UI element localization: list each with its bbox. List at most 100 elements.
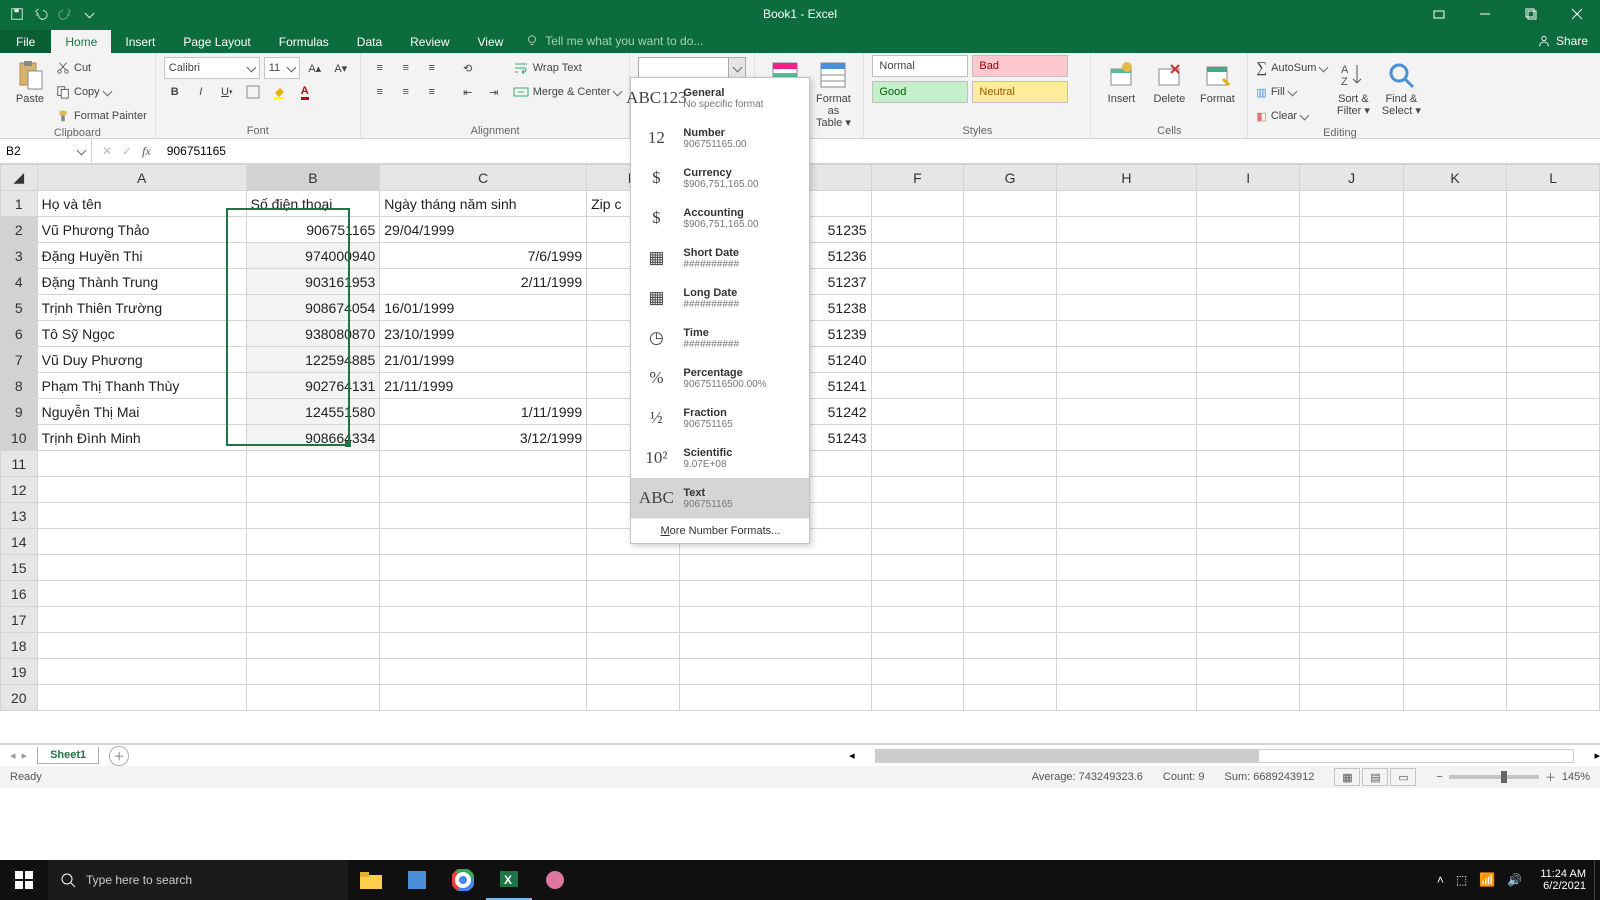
cell[interactable]: 3/12/1999 xyxy=(380,425,587,451)
cell[interactable] xyxy=(1300,243,1403,269)
cell[interactable] xyxy=(679,607,871,633)
cell[interactable] xyxy=(1300,399,1403,425)
sheet-nav-last-icon[interactable]: ▸ xyxy=(22,749,28,762)
cell[interactable] xyxy=(1507,321,1600,347)
cell[interactable] xyxy=(1300,191,1403,217)
taskbar-search[interactable]: Type here to search xyxy=(48,860,348,900)
cell[interactable] xyxy=(1056,451,1196,477)
cell[interactable] xyxy=(380,633,587,659)
numfmt-number[interactable]: 12Number906751165.00 xyxy=(631,118,809,158)
cell[interactable] xyxy=(37,581,246,607)
cell[interactable] xyxy=(1196,659,1299,685)
cell[interactable] xyxy=(1300,269,1403,295)
cell-styles-gallery[interactable]: Normal Bad Good Neutral xyxy=(872,55,1082,103)
cell[interactable] xyxy=(1056,347,1196,373)
cell[interactable] xyxy=(1300,581,1403,607)
cell[interactable] xyxy=(1056,529,1196,555)
cell[interactable] xyxy=(380,451,587,477)
tab-data[interactable]: Data xyxy=(343,30,396,53)
row-header-15[interactable]: 15 xyxy=(1,555,38,581)
cell[interactable] xyxy=(1300,555,1403,581)
style-normal[interactable]: Normal xyxy=(872,55,968,77)
align-middle-icon[interactable]: ≡ xyxy=(395,57,417,79)
cell[interactable]: 23/10/1999 xyxy=(380,321,587,347)
maximize-icon[interactable] xyxy=(1508,0,1554,28)
find-select-button[interactable]: Find & Select ▾ xyxy=(1379,55,1423,117)
cell[interactable] xyxy=(380,555,587,581)
col-header-L[interactable]: L xyxy=(1507,165,1600,191)
cell[interactable]: 16/01/1999 xyxy=(380,295,587,321)
cell[interactable] xyxy=(871,581,964,607)
fx-icon[interactable]: fx xyxy=(142,144,151,159)
cell[interactable] xyxy=(1507,399,1600,425)
cell[interactable]: Nguyễn Thị Mai xyxy=(37,399,246,425)
cell[interactable] xyxy=(246,451,380,477)
row-header-12[interactable]: 12 xyxy=(1,477,38,503)
paste-button[interactable]: Paste xyxy=(8,55,52,105)
cell[interactable] xyxy=(964,685,1057,711)
cell[interactable] xyxy=(1403,503,1506,529)
cell[interactable] xyxy=(1300,477,1403,503)
share-button[interactable]: Share xyxy=(1525,29,1600,53)
underline-button[interactable]: U▾ xyxy=(216,81,238,103)
cell[interactable] xyxy=(871,191,964,217)
cell[interactable] xyxy=(1056,581,1196,607)
cell[interactable] xyxy=(1300,607,1403,633)
cell[interactable] xyxy=(871,295,964,321)
row-header-14[interactable]: 14 xyxy=(1,529,38,555)
cell[interactable] xyxy=(37,555,246,581)
cell[interactable] xyxy=(1300,685,1403,711)
cell[interactable] xyxy=(1196,217,1299,243)
cell[interactable] xyxy=(1196,451,1299,477)
cell[interactable]: 29/04/1999 xyxy=(380,217,587,243)
cell[interactable] xyxy=(380,659,587,685)
cell[interactable]: Trịnh Đình Minh xyxy=(37,425,246,451)
cell[interactable] xyxy=(1196,269,1299,295)
row-header-13[interactable]: 13 xyxy=(1,503,38,529)
row-header-1[interactable]: 1 xyxy=(1,191,38,217)
customize-qat-icon[interactable] xyxy=(78,3,100,25)
cell[interactable] xyxy=(380,477,587,503)
cell[interactable] xyxy=(1196,191,1299,217)
name-box[interactable]: B2 xyxy=(0,139,92,163)
cell[interactable] xyxy=(37,503,246,529)
cell[interactable] xyxy=(871,477,964,503)
cell[interactable] xyxy=(964,477,1057,503)
numfmt-short-date[interactable]: ▦Short Date########## xyxy=(631,238,809,278)
row-header-8[interactable]: 8 xyxy=(1,373,38,399)
col-header-J[interactable]: J xyxy=(1300,165,1403,191)
col-header-K[interactable]: K xyxy=(1403,165,1506,191)
col-header-F[interactable]: F xyxy=(871,165,964,191)
cell[interactable] xyxy=(587,685,680,711)
fill-button[interactable]: ▥Fill xyxy=(1256,81,1327,103)
cell[interactable] xyxy=(1196,243,1299,269)
cell[interactable] xyxy=(1300,633,1403,659)
align-left-icon[interactable]: ≡ xyxy=(369,81,391,103)
delete-cells-button[interactable]: Delete xyxy=(1147,55,1191,105)
borders-button[interactable] xyxy=(242,81,264,103)
cell[interactable] xyxy=(1196,347,1299,373)
cell[interactable] xyxy=(964,659,1057,685)
row-header-9[interactable]: 9 xyxy=(1,399,38,425)
hscroll-right-icon[interactable]: ▸ xyxy=(1594,749,1600,762)
cell[interactable] xyxy=(587,633,680,659)
cancel-formula-icon[interactable]: ✕ xyxy=(102,144,112,158)
view-normal-icon[interactable]: ▦ xyxy=(1334,768,1360,786)
fill-color-button[interactable] xyxy=(268,81,290,103)
col-header-C[interactable]: C xyxy=(380,165,587,191)
cell[interactable] xyxy=(1300,529,1403,555)
format-cells-button[interactable]: Format xyxy=(1195,55,1239,105)
cell[interactable] xyxy=(1056,633,1196,659)
clear-button[interactable]: ◧Clear xyxy=(1256,105,1327,127)
taskbar-app-generic[interactable] xyxy=(394,860,440,900)
cell[interactable] xyxy=(380,503,587,529)
cell[interactable] xyxy=(1507,529,1600,555)
cell[interactable]: Vũ Duy Phương xyxy=(37,347,246,373)
cell[interactable] xyxy=(380,685,587,711)
col-header-H[interactable]: H xyxy=(1056,165,1196,191)
cell[interactable] xyxy=(1056,321,1196,347)
cell[interactable] xyxy=(1403,373,1506,399)
view-page-layout-icon[interactable]: ▤ xyxy=(1362,768,1388,786)
cell[interactable] xyxy=(1507,217,1600,243)
cell[interactable] xyxy=(587,555,680,581)
